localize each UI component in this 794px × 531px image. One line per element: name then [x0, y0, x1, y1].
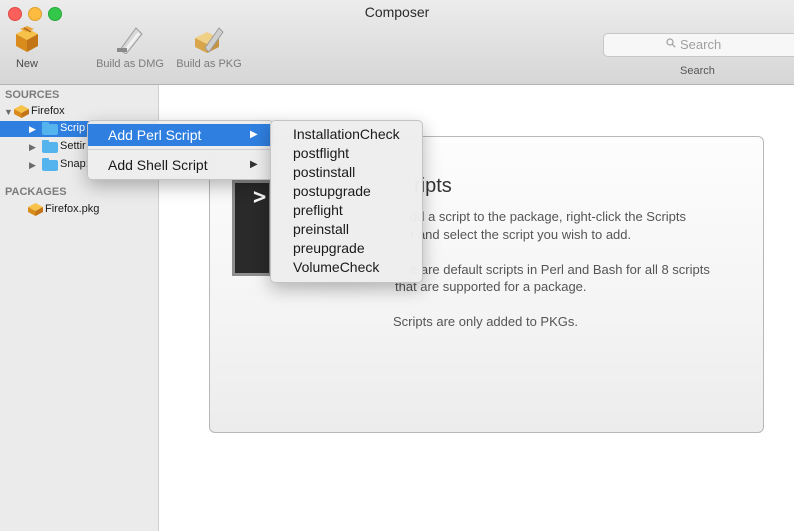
- submenu-item-preinstall[interactable]: preinstall: [293, 221, 349, 237]
- folder-icon: [42, 122, 58, 135]
- search-field[interactable]: Search: [603, 33, 794, 57]
- packages-header: PACKAGES: [5, 186, 67, 198]
- new-button[interactable]: New: [12, 26, 42, 70]
- panel-text-line: r and select the script you wish to add.: [410, 227, 632, 242]
- sidebar-item-label: Snap:: [60, 158, 89, 170]
- submenu-item-volumecheck[interactable]: VolumeCheck: [293, 259, 379, 275]
- search-caption: Search: [680, 65, 715, 77]
- new-label: New: [15, 58, 38, 70]
- search-icon: [666, 38, 676, 48]
- menu-separator: [88, 149, 273, 150]
- submenu-item-postupgrade[interactable]: postupgrade: [293, 183, 371, 199]
- panel-text-line: that are supported for a package.: [395, 279, 587, 294]
- disclosure-expanded-icon[interactable]: ▼: [4, 107, 13, 117]
- context-menu: Add Perl Script ▶ Add Shell Script ▶: [87, 120, 274, 180]
- composer-window: Composer New Build as DMG Build as PKG S…: [0, 0, 794, 531]
- source-name: Firefox: [31, 105, 65, 117]
- sidebar-item-label: Scrip: [60, 122, 86, 134]
- submenu-arrow-icon: ▶: [250, 159, 258, 170]
- disclosure-collapsed-icon[interactable]: ▶: [29, 160, 36, 171]
- menu-item-label: Add Shell Script: [108, 157, 208, 173]
- package-icon: [14, 105, 29, 118]
- title-bar: Composer New Build as DMG Build as PKG S…: [0, 0, 794, 85]
- menu-item-add-perl-script[interactable]: Add Perl Script ▶: [88, 124, 273, 146]
- package-name: Firefox.pkg: [45, 203, 100, 215]
- build-as-pkg-label: Build as PKG: [176, 58, 242, 70]
- panel-text-line: dd a script to the package, right-click …: [410, 209, 687, 224]
- submenu-item-preflight[interactable]: preflight: [293, 202, 343, 218]
- disk-image-build-icon: [117, 27, 143, 54]
- panel-text-line: e are default scripts in Perl and Bash f…: [410, 262, 710, 277]
- menu-item-add-shell-script[interactable]: Add Shell Script ▶: [88, 154, 273, 176]
- menu-item-label: Add Perl Script: [108, 127, 202, 143]
- disclosure-collapsed-icon[interactable]: ▶: [29, 142, 36, 153]
- search-placeholder: Search: [680, 37, 722, 52]
- submenu-item-preupgrade[interactable]: preupgrade: [293, 240, 365, 256]
- package-box-icon: [16, 26, 38, 52]
- package-icon: [28, 203, 43, 216]
- folder-icon: [42, 140, 58, 153]
- sidebar-item-label: Settir: [60, 140, 86, 152]
- build-as-dmg-label: Build as DMG: [96, 58, 164, 70]
- submenu-arrow-icon: ▶: [250, 129, 258, 140]
- terminal-prompt: >: [253, 185, 267, 210]
- sources-header: SOURCES: [5, 89, 60, 101]
- panel-text-line: Scripts are only added to PKGs.: [393, 314, 578, 329]
- disclosure-collapsed-icon[interactable]: ▶: [29, 124, 36, 135]
- submenu-item-postinstall[interactable]: postinstall: [293, 164, 355, 180]
- submenu-item-installationcheck[interactable]: InstallationCheck: [293, 126, 400, 142]
- sidebar-item-package[interactable]: Firefox.pkg: [0, 202, 158, 218]
- perl-script-submenu: InstallationCheck postflight postinstall…: [270, 120, 423, 283]
- terminal-icon: >: [232, 180, 272, 276]
- window-title: Composer: [364, 4, 430, 20]
- package-build-icon: [195, 27, 224, 53]
- folder-icon: [42, 158, 58, 171]
- submenu-item-postflight[interactable]: postflight: [293, 145, 349, 161]
- build-as-dmg-button[interactable]: Build as DMG: [94, 26, 166, 70]
- build-as-pkg-button[interactable]: Build as PKG: [174, 26, 244, 70]
- sidebar-item-firefox-source[interactable]: ▼ Firefox: [0, 104, 158, 120]
